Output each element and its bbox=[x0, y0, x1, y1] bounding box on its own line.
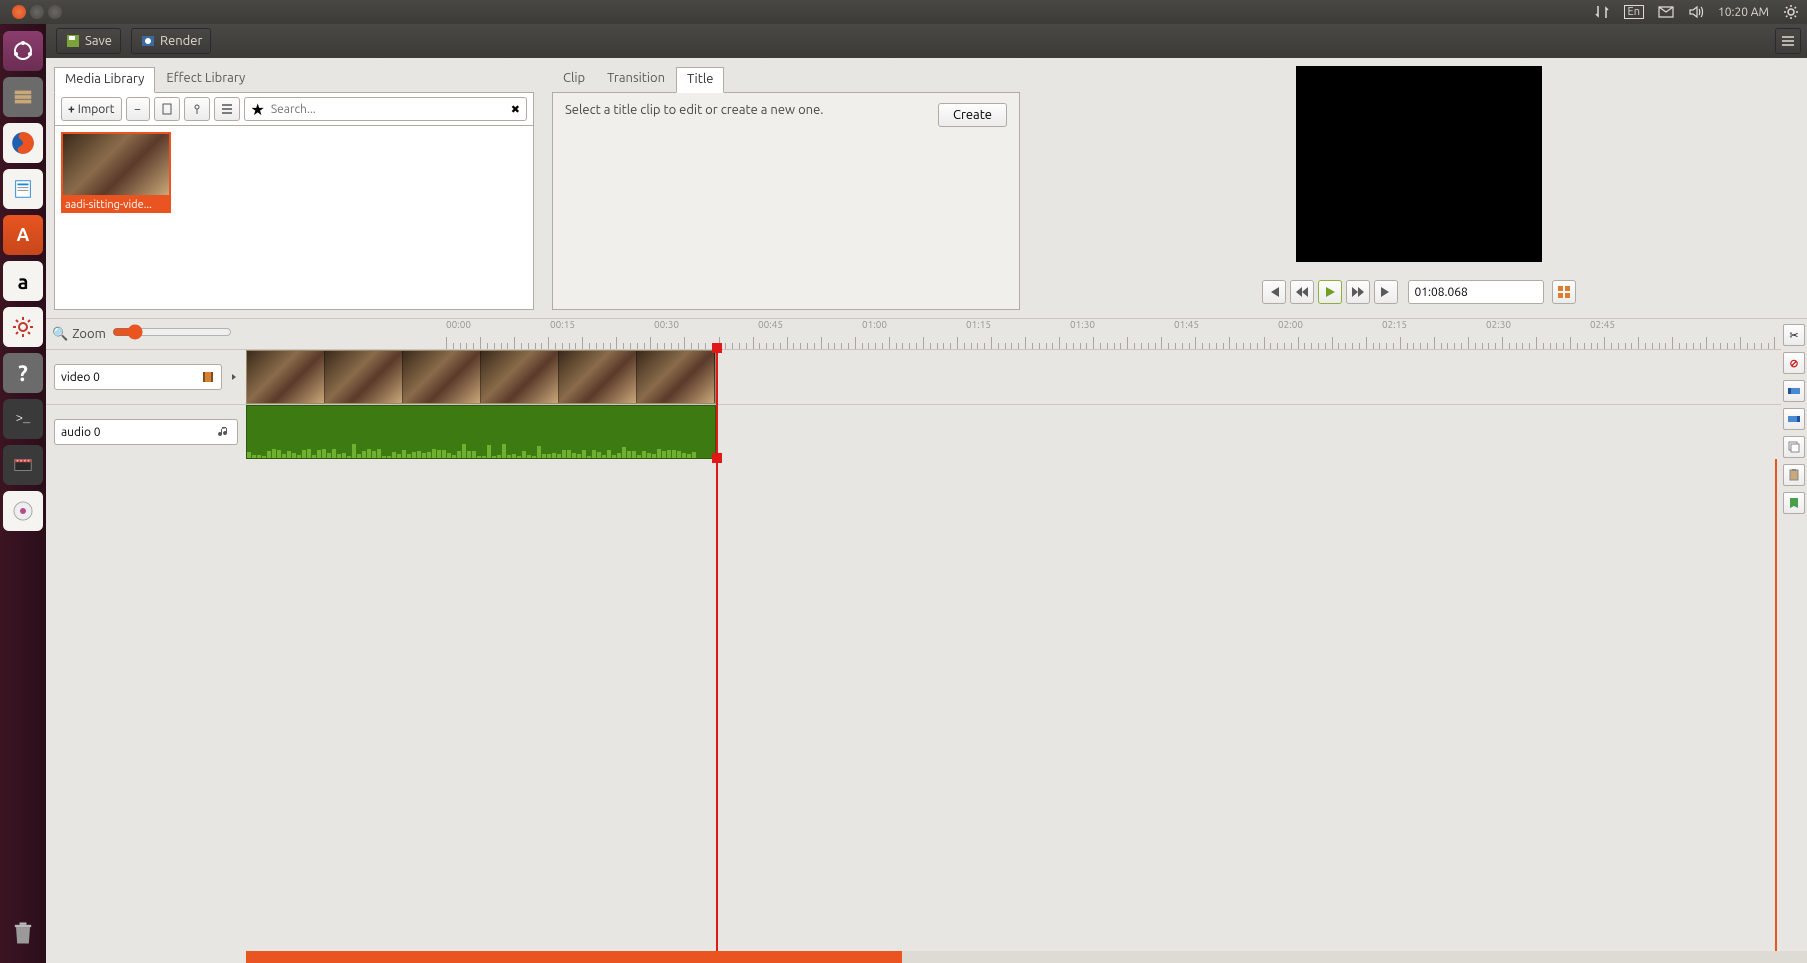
import-button[interactable]: +Import bbox=[61, 97, 122, 121]
volume-icon[interactable] bbox=[1688, 4, 1704, 20]
forward-button[interactable] bbox=[1346, 280, 1370, 304]
launcher-firefox[interactable] bbox=[3, 123, 43, 163]
media-props-button[interactable] bbox=[154, 97, 180, 121]
timeline-scrollbar[interactable] bbox=[246, 951, 1807, 963]
tab-effect-library[interactable]: Effect Library bbox=[155, 66, 256, 92]
launcher-terminal[interactable]: >_ bbox=[3, 399, 43, 439]
media-search[interactable]: ★ ✖ bbox=[244, 97, 527, 121]
expand-track-icon[interactable] bbox=[230, 373, 238, 381]
media-item-label: aadi-sitting-vide... bbox=[61, 197, 171, 213]
marker-button[interactable] bbox=[1783, 492, 1805, 514]
tab-title[interactable]: Title bbox=[676, 67, 724, 93]
timeline-end-marker bbox=[1775, 459, 1777, 951]
cut-tool-button[interactable]: ✂ bbox=[1783, 324, 1805, 346]
playhead-extension bbox=[716, 459, 718, 951]
render-button[interactable]: Render bbox=[131, 28, 211, 54]
tab-transition[interactable]: Transition bbox=[596, 66, 676, 92]
clip-panel: Clip Transition Title Select a title cli… bbox=[552, 66, 1020, 310]
snap-end-button[interactable] bbox=[1783, 408, 1805, 430]
media-thumbnail bbox=[61, 132, 171, 197]
media-list-view-button[interactable] bbox=[214, 97, 240, 121]
import-label: Import bbox=[78, 103, 115, 116]
launcher-settings[interactable] bbox=[3, 307, 43, 347]
playhead[interactable] bbox=[716, 349, 718, 459]
video-clip[interactable] bbox=[246, 350, 716, 404]
clear-search-icon[interactable]: ✖ bbox=[511, 103, 520, 116]
timecode-input[interactable] bbox=[1408, 280, 1544, 304]
tracks: video 0 audio 0 bbox=[46, 349, 1807, 459]
mail-icon[interactable] bbox=[1658, 4, 1674, 20]
create-title-button[interactable]: Create bbox=[938, 103, 1007, 127]
hamburger-menu-button[interactable] bbox=[1775, 28, 1801, 54]
search-input[interactable] bbox=[271, 103, 505, 116]
remove-media-button[interactable]: − bbox=[126, 97, 150, 121]
copy-button[interactable] bbox=[1783, 436, 1805, 458]
launcher-help[interactable]: ? bbox=[3, 353, 43, 393]
launcher-files[interactable] bbox=[3, 77, 43, 117]
clock[interactable]: 10:20 AM bbox=[1718, 6, 1769, 19]
save-label: Save bbox=[85, 34, 112, 48]
video-editor-app: Save Render Media Library Effect Library… bbox=[46, 24, 1807, 963]
media-library-panel: Media Library Effect Library +Import − ★… bbox=[54, 66, 534, 310]
zoom-label: 🔍 Zoom bbox=[52, 327, 106, 342]
tab-clip[interactable]: Clip bbox=[552, 66, 596, 92]
music-note-icon bbox=[217, 425, 231, 439]
launcher-trash[interactable] bbox=[3, 913, 43, 953]
viewer-options-button[interactable] bbox=[1552, 280, 1576, 304]
timeline-tool-column: ✂ ⊘ bbox=[1781, 320, 1807, 518]
audio-clip[interactable] bbox=[246, 405, 716, 459]
zoom-slider[interactable] bbox=[112, 324, 232, 340]
tab-media-library[interactable]: Media Library bbox=[54, 67, 155, 93]
video-track-label: video 0 bbox=[61, 371, 100, 384]
system-top-bar: En 10:20 AM bbox=[0, 0, 1807, 24]
unity-launcher: A a ? >_ bbox=[0, 24, 46, 963]
launcher-software[interactable]: A bbox=[3, 215, 43, 255]
media-grid: aadi-sitting-vide... bbox=[55, 126, 533, 309]
app-toolbar: Save Render bbox=[46, 24, 1807, 58]
launcher-writer[interactable] bbox=[3, 169, 43, 209]
title-panel-message: Select a title clip to edit or create a … bbox=[565, 103, 938, 117]
render-label: Render bbox=[160, 34, 202, 48]
film-icon bbox=[201, 370, 215, 384]
timeline-empty-area[interactable] bbox=[46, 459, 1807, 951]
launcher-dash[interactable] bbox=[3, 31, 43, 71]
launcher-amazon[interactable]: a bbox=[3, 261, 43, 301]
goto-end-button[interactable] bbox=[1374, 280, 1398, 304]
window-minimize-icon[interactable] bbox=[30, 5, 44, 19]
save-button[interactable]: Save bbox=[56, 28, 121, 54]
rewind-button[interactable] bbox=[1290, 280, 1314, 304]
preview-screen[interactable] bbox=[1296, 66, 1542, 262]
delete-tool-button[interactable]: ⊘ bbox=[1783, 352, 1805, 374]
play-button[interactable] bbox=[1318, 280, 1342, 304]
video-track-name[interactable]: video 0 bbox=[54, 364, 222, 390]
media-item[interactable]: aadi-sitting-vide... bbox=[61, 132, 171, 213]
goto-start-button[interactable] bbox=[1262, 280, 1286, 304]
audio-track-label: audio 0 bbox=[61, 426, 101, 439]
paste-button[interactable] bbox=[1783, 464, 1805, 486]
star-icon: ★ bbox=[251, 100, 265, 119]
launcher-disc[interactable] bbox=[3, 491, 43, 531]
timeline-ruler[interactable]: 00:0000:1500:3000:4501:0001:1501:3001:45… bbox=[446, 319, 1807, 349]
zoom-text: Zoom bbox=[72, 327, 106, 341]
snap-start-button[interactable] bbox=[1783, 380, 1805, 402]
media-tag-button[interactable] bbox=[184, 97, 210, 121]
network-icon[interactable] bbox=[1594, 4, 1610, 20]
video-track: video 0 bbox=[46, 349, 1807, 404]
window-close-icon[interactable] bbox=[12, 5, 26, 19]
workspace-upper: Media Library Effect Library +Import − ★… bbox=[46, 58, 1807, 318]
gear-icon[interactable] bbox=[1783, 4, 1799, 20]
preview-viewer bbox=[1038, 66, 1799, 310]
audio-track: audio 0 bbox=[46, 404, 1807, 459]
timeline: 🔍 Zoom 00:0000:1500:3000:4501:0001:1501:… bbox=[46, 318, 1807, 963]
window-maximize-icon[interactable] bbox=[48, 5, 62, 19]
language-indicator[interactable]: En bbox=[1624, 5, 1644, 19]
audio-track-name[interactable]: audio 0 bbox=[54, 419, 238, 445]
launcher-video-editor[interactable] bbox=[3, 445, 43, 485]
search-icon: 🔍 bbox=[52, 327, 68, 342]
